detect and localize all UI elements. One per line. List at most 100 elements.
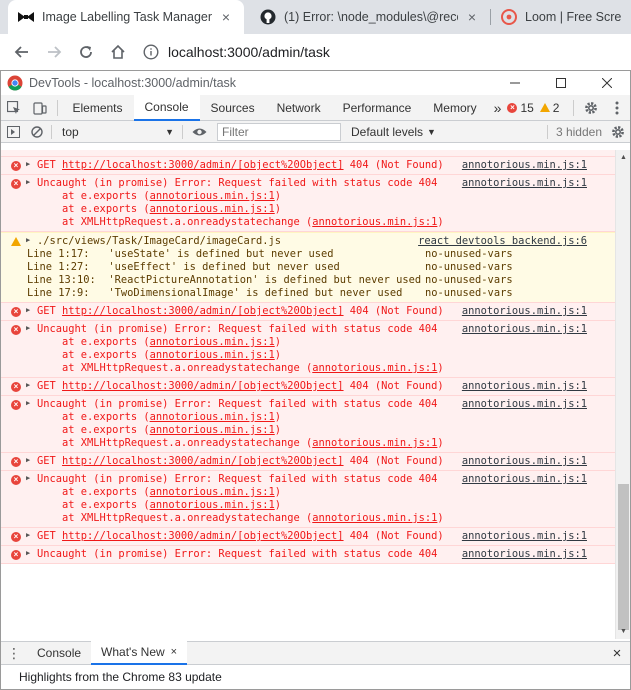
tab-console[interactable]: Console — [133, 94, 200, 121]
warning-count-badge[interactable]: 2 — [539, 101, 559, 115]
stack-frame-link[interactable]: annotorious.min.js:1 — [150, 411, 275, 423]
console-uncaught-error[interactable]: × ▶ Uncaught (in promise) Error: Request… — [1, 320, 615, 378]
browser-tab-loom[interactable]: Loom | Free Screen & — [491, 0, 631, 34]
scroll-up-icon[interactable]: ▲ — [616, 150, 631, 165]
stack-frame-link[interactable]: annotorious.min.js:1 — [312, 512, 437, 524]
close-tab-icon[interactable]: × — [218, 9, 234, 25]
close-drawer-button[interactable]: × — [604, 645, 630, 662]
stack-frame-link[interactable]: annotorious.min.js:1 — [150, 190, 275, 202]
minimize-button[interactable] — [492, 71, 538, 95]
console-uncaught-error[interactable]: × ▶ Uncaught (in promise) Error: Request… — [1, 395, 615, 453]
source-link[interactable]: annotorious.min.js:1 — [462, 455, 587, 468]
scroll-thumb[interactable] — [618, 484, 629, 630]
browser-tab-github[interactable]: (1) Error: \node_modules\@recog × — [250, 0, 490, 34]
expand-arrow-icon[interactable]: ▶ — [26, 399, 30, 407]
customize-menu-button[interactable] — [604, 95, 630, 121]
source-link[interactable]: annotorious.min.js:1 — [462, 323, 587, 336]
drawer-tab-console[interactable]: Console — [27, 641, 91, 665]
request-url-link[interactable]: http://localhost:3000/admin/[object%20Ob… — [62, 455, 344, 467]
expand-arrow-icon[interactable]: ▶ — [26, 549, 30, 557]
source-link[interactable]: annotorious.min.js:1 — [462, 548, 587, 561]
source-link[interactable]: annotorious.min.js:1 — [462, 530, 587, 543]
stack-frame-link[interactable]: annotorious.min.js:1 — [150, 336, 275, 348]
tab-title: (1) Error: \node_modules\@recog — [284, 10, 458, 24]
tab-sources[interactable]: Sources — [200, 95, 266, 121]
source-link[interactable]: annotorious.min.js:1 — [462, 380, 587, 393]
console-scrollbar[interactable]: ▲ ▼ — [615, 150, 630, 639]
console-uncaught-error[interactable]: × ▶ Uncaught (in promise) Error: Request… — [1, 174, 615, 232]
drawer-tab-whats-new[interactable]: What's New × — [91, 641, 188, 665]
console-lint-warning[interactable]: ▶ ./src/views/Task/ImageCard/imageCard.j… — [1, 232, 615, 303]
drawer-menu-icon[interactable]: ⋮ — [1, 645, 27, 662]
show-sidebar-button[interactable] — [1, 121, 25, 143]
request-url-link[interactable]: http://localhost:3000/admin/[object%20Ob… — [62, 305, 344, 317]
request-url-link[interactable]: http://localhost:3000/admin/[object%20Ob… — [62, 380, 344, 392]
more-tabs-button[interactable]: » — [488, 95, 508, 121]
request-url-link[interactable]: http://localhost:3000/admin/[object%20Ob… — [62, 530, 344, 542]
source-link[interactable]: annotorious.min.js:1 — [462, 398, 587, 411]
device-toolbar-button[interactable] — [27, 95, 53, 121]
tab-performance[interactable]: Performance — [332, 95, 423, 121]
console-get-404[interactable]: × ▶ GET http://localhost:3000/admin/[obj… — [1, 156, 615, 175]
console-get-404[interactable]: × ▶ GET http://localhost:3000/admin/[obj… — [1, 302, 615, 321]
log-levels-dropdown[interactable]: Default levels ▼ — [351, 125, 436, 139]
expand-arrow-icon[interactable]: ▶ — [26, 178, 30, 186]
close-tab-icon[interactable]: × — [464, 9, 480, 25]
source-link[interactable]: annotorious.min.js:1 — [462, 473, 587, 486]
console-get-404[interactable]: × ▶ GET http://localhost:3000/admin/[obj… — [1, 527, 615, 546]
close-tab-icon[interactable]: × — [171, 646, 177, 658]
stack-frame-link[interactable]: annotorious.min.js:1 — [150, 499, 275, 511]
error-icon: × — [11, 325, 21, 335]
forward-button[interactable] — [38, 36, 70, 68]
tab-memory[interactable]: Memory — [422, 95, 487, 121]
tab-title: Image Labelling Task Manager — [42, 10, 212, 24]
clear-console-button[interactable] — [25, 121, 49, 143]
tab-elements[interactable]: Elements — [61, 95, 133, 121]
request-url-link[interactable]: http://localhost:3000/admin/[object%20Ob… — [62, 159, 344, 171]
expand-arrow-icon[interactable]: ▶ — [26, 531, 30, 539]
back-button[interactable] — [6, 36, 38, 68]
stack-frame-link[interactable]: annotorious.min.js:1 — [150, 486, 275, 498]
expand-arrow-icon[interactable]: ▶ — [26, 236, 30, 244]
console-uncaught-error[interactable]: × ▶ Uncaught (in promise) Error: Request… — [1, 470, 615, 528]
expand-arrow-icon[interactable]: ▶ — [26, 306, 30, 314]
close-window-button[interactable] — [584, 71, 630, 95]
no-entry-icon — [31, 125, 43, 138]
site-info-icon[interactable] — [140, 41, 162, 63]
console-get-404[interactable]: × ▶ GET http://localhost:3000/admin/[obj… — [1, 377, 615, 396]
stack-frame-link[interactable]: annotorious.min.js:1 — [312, 437, 437, 449]
console-uncaught-error[interactable]: × ▶ Uncaught (in promise) Error: Request… — [1, 545, 615, 564]
stack-frame-link[interactable]: annotorious.min.js:1 — [312, 216, 437, 228]
stack-frame-link[interactable]: annotorious.min.js:1 — [150, 424, 275, 436]
reload-button[interactable] — [70, 36, 102, 68]
console-settings-button[interactable] — [606, 121, 630, 143]
expand-arrow-icon[interactable]: ▶ — [26, 456, 30, 464]
browser-tab-image-labelling[interactable]: Image Labelling Task Manager × — [8, 0, 244, 34]
expand-arrow-icon[interactable]: ▶ — [26, 381, 30, 389]
filter-input[interactable] — [217, 122, 341, 141]
stack-frame-link[interactable]: annotorious.min.js:1 — [312, 362, 437, 374]
devtools-panel-tabs: Elements Console Sources Network Perform… — [1, 94, 630, 121]
home-button[interactable] — [102, 36, 134, 68]
source-link[interactable]: annotorious.min.js:1 — [462, 305, 587, 318]
expand-arrow-icon[interactable]: ▶ — [26, 160, 30, 168]
address-bar[interactable]: localhost:3000/admin/task — [140, 38, 631, 66]
source-link[interactable]: react devtools backend.js:6 — [418, 235, 587, 248]
source-link[interactable]: annotorious.min.js:1 — [462, 177, 587, 190]
settings-button[interactable] — [578, 95, 604, 121]
console-messages[interactable]: × ▶ GET http://localhost:3000/admin/[obj… — [1, 150, 615, 639]
url-text: localhost:3000/admin/task — [168, 44, 330, 60]
scroll-down-icon[interactable]: ▼ — [616, 624, 631, 639]
live-expression-button[interactable] — [187, 121, 211, 143]
stack-frame-link[interactable]: annotorious.min.js:1 — [150, 203, 275, 215]
expand-arrow-icon[interactable]: ▶ — [26, 474, 30, 482]
context-selector[interactable]: top ▼ — [56, 123, 178, 141]
tab-network[interactable]: Network — [266, 95, 332, 121]
maximize-button[interactable] — [538, 71, 584, 95]
error-count-badge[interactable]: × 15 — [507, 101, 534, 115]
expand-arrow-icon[interactable]: ▶ — [26, 324, 30, 332]
console-get-404[interactable]: × ▶ GET http://localhost:3000/admin/[obj… — [1, 452, 615, 471]
source-link[interactable]: annotorious.min.js:1 — [462, 159, 587, 172]
stack-frame-link[interactable]: annotorious.min.js:1 — [150, 349, 275, 361]
inspect-element-button[interactable] — [1, 95, 27, 121]
